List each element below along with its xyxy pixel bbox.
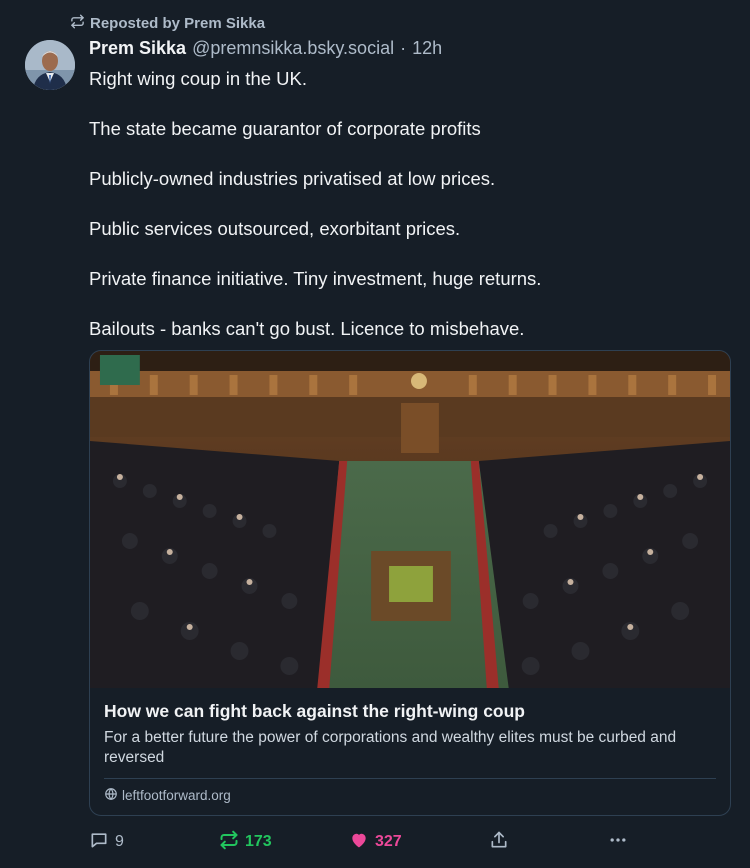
parliament-chamber-photo — [90, 351, 730, 688]
post-body: Right wing coup in the UK. The state bec… — [89, 66, 729, 341]
more-icon — [608, 830, 628, 855]
reply-count: 9 — [115, 833, 124, 850]
post-paragraph: Right wing coup in the UK. — [89, 68, 308, 89]
embed-title[interactable]: How we can fight back against the right-… — [104, 700, 716, 722]
post-paragraph: Public services outsourced, exorbitant p… — [89, 218, 461, 239]
reply-icon — [89, 830, 109, 855]
share-button[interactable] — [489, 828, 509, 856]
post-paragraph: The state became guarantor of corporate … — [89, 118, 481, 139]
separator-dot: · — [400, 38, 407, 58]
globe-icon — [104, 787, 118, 804]
more-options-button[interactable] — [608, 828, 628, 856]
reply-button[interactable]: 9 — [89, 828, 124, 856]
heart-icon — [349, 830, 369, 855]
share-icon — [489, 830, 509, 855]
post-actions: 9 173 327 — [0, 828, 750, 856]
repost-icon — [219, 830, 239, 855]
author-handle[interactable]: @premnsikka.bsky.social — [192, 38, 394, 59]
embed-divider — [104, 778, 716, 779]
author-name[interactable]: Prem Sikka — [89, 38, 186, 59]
repost-notice[interactable]: Reposted by Prem Sikka — [70, 14, 265, 33]
repost-button[interactable]: 173 — [219, 828, 272, 856]
avatar[interactable] — [25, 40, 75, 90]
repost-count: 173 — [245, 833, 272, 850]
post-header: Prem Sikka @premnsikka.bsky.social · 12h — [89, 38, 442, 59]
post-paragraph: Private finance initiative. Tiny investm… — [89, 268, 542, 289]
post-paragraph: Bailouts - banks can't go bust. Licence … — [89, 318, 525, 339]
repost-icon — [70, 14, 85, 33]
repost-notice-text: Reposted by Prem Sikka — [90, 15, 266, 32]
embed-domain-text: leftfootforward.org — [122, 788, 231, 803]
link-preview-card[interactable]: How we can fight back against the right-… — [89, 350, 731, 816]
embed-description: For a better future the power of corpora… — [104, 729, 677, 766]
timestamp[interactable]: 12h — [412, 38, 442, 59]
like-button[interactable]: 327 — [349, 828, 402, 856]
post-paragraph: Publicly-owned industries privatised at … — [89, 168, 496, 189]
embed-domain: leftfootforward.org — [104, 787, 716, 804]
like-count: 327 — [375, 833, 402, 850]
